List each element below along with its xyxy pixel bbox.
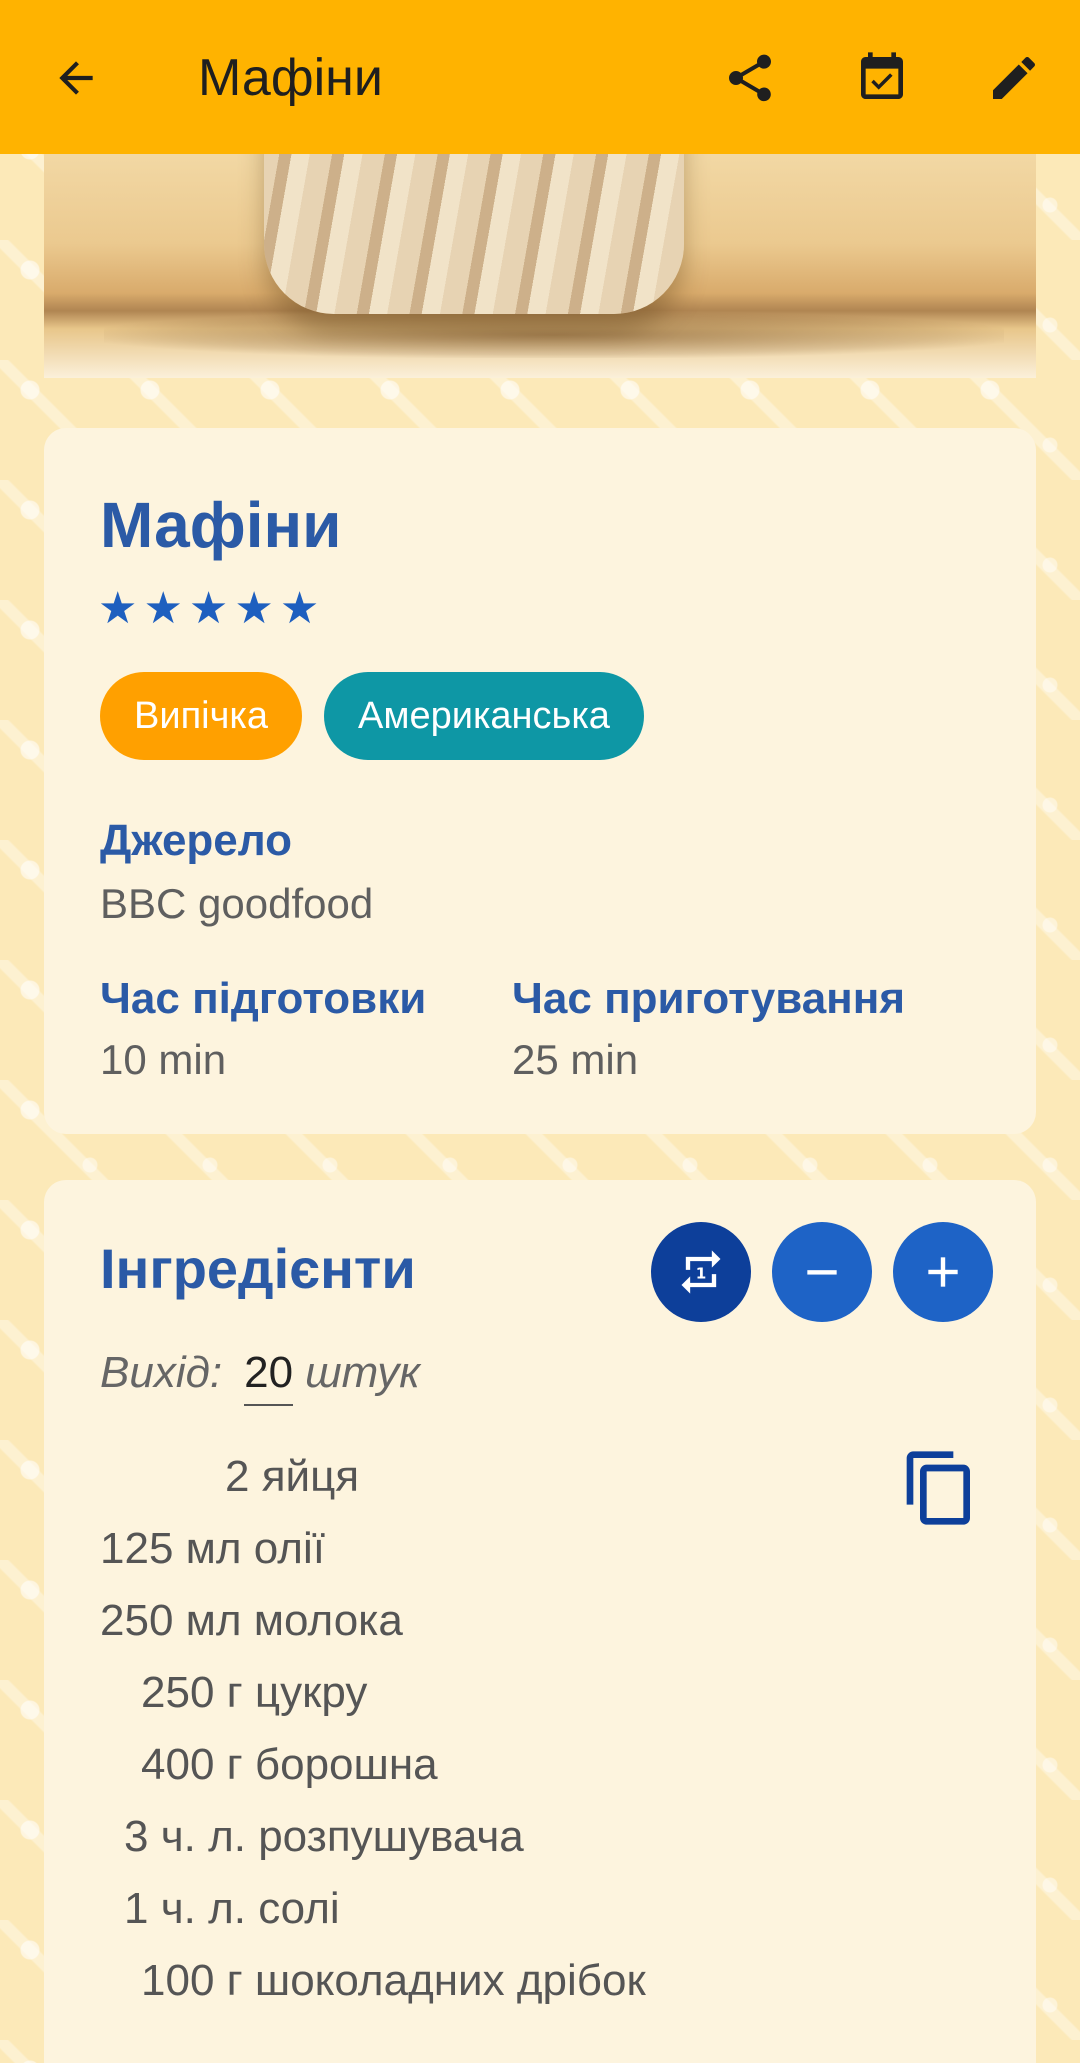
ingredient-item: 400 г борошна xyxy=(141,1740,438,1789)
photo-muffin-cup xyxy=(264,154,684,314)
cook-time-label: Час приготування xyxy=(512,974,905,1023)
recipe-photo xyxy=(44,154,1036,378)
ingredient-item: 1 ч. л. солі xyxy=(124,1884,340,1933)
recipe-title: Мафіни xyxy=(100,489,342,561)
yield-unit: штук xyxy=(305,1348,421,1397)
ingredient-item: 3 ч. л. розпушувача xyxy=(124,1812,524,1861)
convert-units-icon: 1 xyxy=(681,1250,721,1294)
rating-stars[interactable]: ★ ★ ★ ★ ★ xyxy=(98,584,319,634)
ingredient-item: 100 г шоколадних дрібок xyxy=(141,1956,646,2005)
copy-icon xyxy=(906,1451,970,1525)
arrow-back-icon xyxy=(59,61,93,95)
tag-chip-category[interactable]: Випічка xyxy=(100,672,302,760)
app-bar: Мафіни xyxy=(0,0,1080,154)
copy-ingredients-button[interactable] xyxy=(896,1440,984,1536)
source-label: Джерело xyxy=(100,816,293,865)
increase-yield-button[interactable] xyxy=(893,1222,993,1322)
share-icon xyxy=(729,54,771,102)
cook-time-value: 25 min xyxy=(512,1036,639,1083)
plus-icon xyxy=(928,1257,958,1287)
star-icon: ★ xyxy=(234,584,274,633)
yield-row: Вихід: 20 штук xyxy=(100,1348,420,1406)
ingredients-title: Інгредієнти xyxy=(100,1237,416,1300)
add-to-calendar-button[interactable] xyxy=(844,40,920,116)
recipe-info-card: Мафіни ★ ★ ★ ★ ★ Випічка Американська Дж… xyxy=(44,428,1036,1134)
photo-plate-shadow xyxy=(104,312,1004,358)
convert-units-button[interactable]: 1 xyxy=(651,1222,751,1322)
star-icon: ★ xyxy=(279,584,320,633)
ingredient-item: 2 яйця xyxy=(225,1452,360,1501)
decrease-yield-button[interactable] xyxy=(772,1222,872,1322)
prep-time-label: Час підготовки xyxy=(100,974,427,1023)
ingredient-item: 125 мл олії xyxy=(100,1524,325,1573)
star-icon: ★ xyxy=(98,584,138,633)
minus-icon xyxy=(807,1270,837,1275)
ingredient-item: 250 г цукру xyxy=(141,1668,368,1717)
star-icon: ★ xyxy=(188,584,229,633)
calendar-check-icon xyxy=(861,52,903,99)
edit-pencil-icon xyxy=(993,56,1036,99)
app-bar-title: Мафіни xyxy=(198,49,383,107)
yield-label: Вихід: xyxy=(100,1348,223,1397)
prep-time-value: 10 min xyxy=(100,1036,227,1083)
ingredients-card: Інгредієнти 1 Вихід: 20 штук 2 яйця 125 … xyxy=(44,1180,1036,2063)
source-value[interactable]: BBC goodfood xyxy=(100,880,373,928)
edit-button[interactable] xyxy=(976,40,1052,116)
star-icon: ★ xyxy=(143,584,183,633)
tag-chips: Випічка Американська xyxy=(100,672,644,760)
tag-chip-cuisine[interactable]: Американська xyxy=(323,672,644,760)
svg-text:1: 1 xyxy=(696,1265,707,1283)
share-button[interactable] xyxy=(712,40,788,116)
back-button[interactable] xyxy=(38,40,114,116)
yield-input[interactable]: 20 xyxy=(244,1348,294,1406)
ingredient-item: 250 мл молока xyxy=(100,1596,403,1645)
